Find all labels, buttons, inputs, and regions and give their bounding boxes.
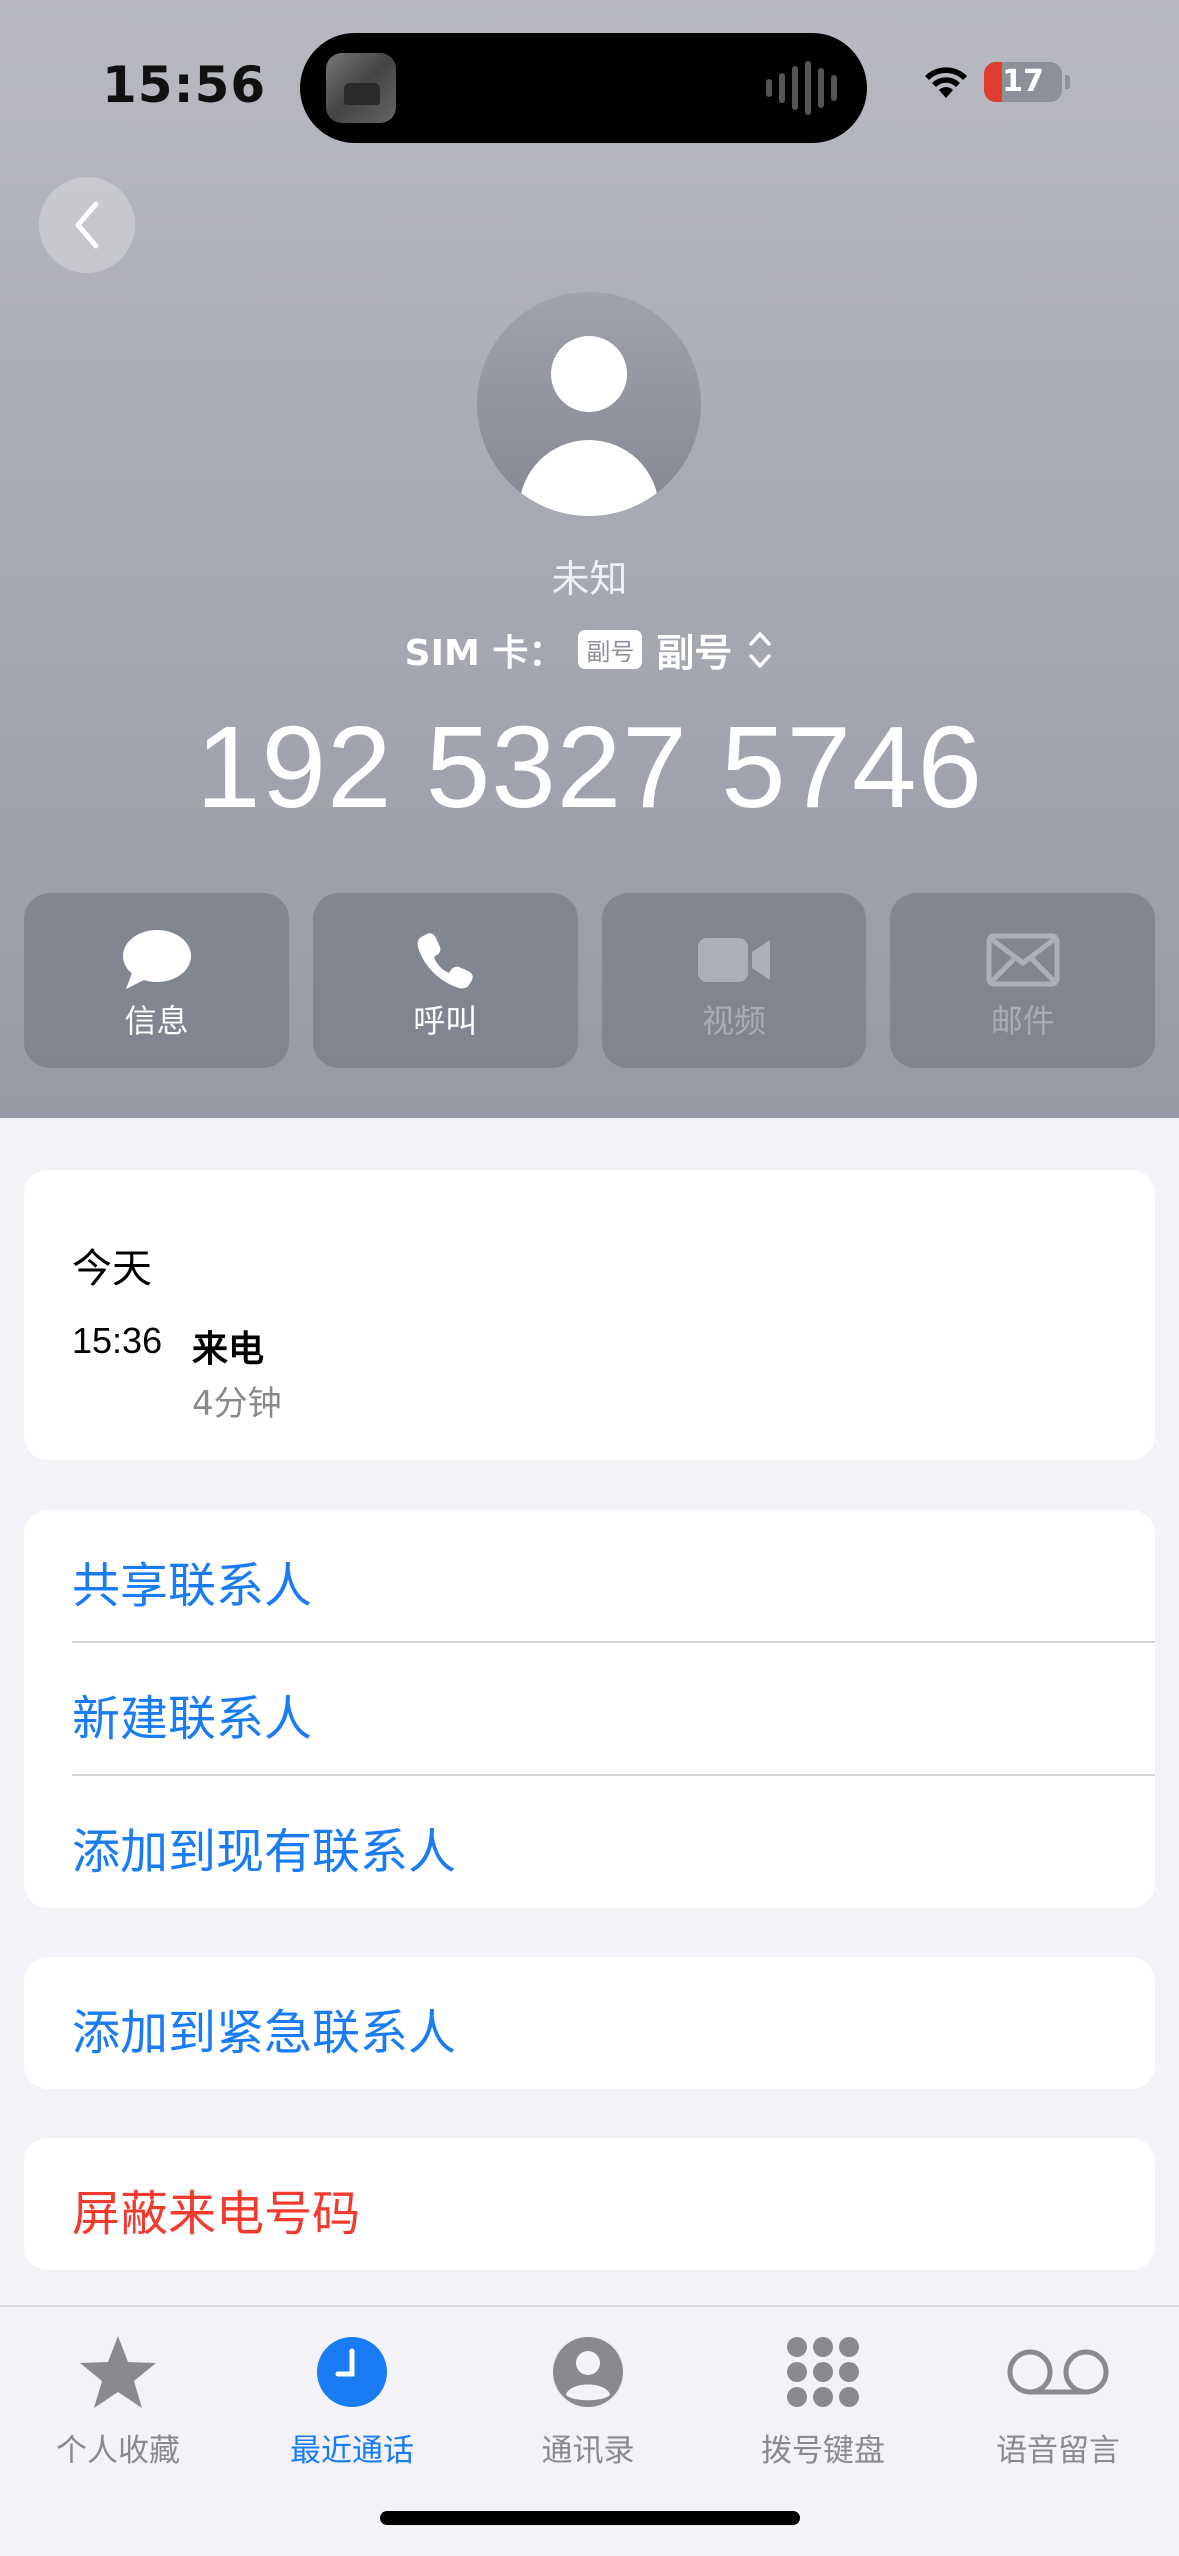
status-time: 15:56 [102,56,267,114]
phone-number: 192 5327 5746 [195,702,984,832]
recent-calls-card: 今天 15:36 来电 4分钟 [24,1170,1155,1460]
wifi-icon [925,67,967,98]
call-duration: 4分钟 [192,1384,282,1424]
tab-favorites[interactable]: 个人收藏 [8,2325,228,2469]
message-label: 信息 [124,1002,189,1040]
contact-options-card: 共享联系人 新建联系人 添加到现有联系人 [24,1510,1155,1908]
tab-recents-label: 最近通话 [290,2433,414,2469]
home-indicator[interactable] [380,2511,800,2525]
call-type: 来电 [192,1329,265,1370]
contact-avatar [477,292,701,516]
add-emergency-label: 添加到紧急联系人 [72,2005,457,2061]
new-contact-row[interactable]: 新建联系人 [24,1643,1155,1775]
share-contact-row[interactable]: 共享联系人 [24,1510,1155,1642]
message-button[interactable]: 信息 [24,893,289,1068]
back-button[interactable] [39,177,135,273]
video-label: 视频 [701,1002,766,1040]
add-existing-row[interactable]: 添加到现有联系人 [24,1776,1155,1908]
phone-icon [417,933,474,989]
contacts-icon [553,2337,623,2407]
chevron-left-icon [75,201,99,249]
tab-keypad[interactable]: 拨号键盘 [713,2325,933,2469]
voicemail-icon [1007,2349,1109,2395]
share-contact-label: 共享联系人 [72,1558,313,1614]
sim-badge: 副号 [578,630,643,669]
call-time: 15:36 [72,1320,163,1361]
sim-value: 副号 [656,631,733,675]
block-caller-row[interactable]: 屏蔽来电号码 [24,2138,1155,2270]
call-button[interactable]: 呼叫 [312,893,578,1068]
mail-label: 邮件 [990,1002,1055,1040]
clock-icon [317,2337,387,2407]
video-button[interactable]: 视频 [601,893,867,1068]
star-icon [80,2336,156,2408]
tab-favorites-label: 个人收藏 [56,2433,180,2469]
block-caller-label: 屏蔽来电号码 [72,2186,361,2242]
tab-contacts[interactable]: 通讯录 [478,2325,698,2469]
quick-actions: 信息 呼叫 视频 邮件 [24,893,1155,1068]
keypad-icon [787,2337,859,2407]
call-label: 呼叫 [413,1002,478,1040]
battery-level: 17 [1002,64,1044,99]
tab-voicemail-label: 语音留言 [996,2433,1120,2469]
add-emergency-row[interactable]: 添加到紧急联系人 [24,1957,1155,2089]
call-day: 今天 [72,1246,152,1292]
tab-keypad-label: 拨号键盘 [761,2433,885,2469]
chevron-up-down-icon [749,631,772,668]
media-thumbnail [326,53,396,123]
contact-name: 未知 [551,557,628,601]
mail-icon [986,933,1060,987]
sim-selector[interactable]: SIM 卡： 副号 副号 [0,622,1179,677]
dynamic-island[interactable] [300,33,867,143]
mail-button[interactable]: 邮件 [890,893,1155,1068]
add-existing-label: 添加到现有联系人 [72,1824,457,1880]
battery-indicator: 17 [984,62,1070,102]
tab-recents[interactable]: 最近通话 [242,2325,462,2469]
tab-voicemail[interactable]: 语音留言 [948,2325,1168,2469]
message-icon [122,930,191,989]
status-indicators: 17 [922,62,1070,102]
tab-contacts-label: 通讯录 [541,2433,635,2469]
video-icon [698,938,770,982]
contact-header: 15:56 17 未知 SIM 卡： 副号 副号 192 5327 5746 信… [0,0,1179,1118]
audio-waveform-icon [766,61,837,115]
sim-label: SIM 卡： [404,632,565,674]
new-contact-label: 新建联系人 [72,1691,313,1747]
